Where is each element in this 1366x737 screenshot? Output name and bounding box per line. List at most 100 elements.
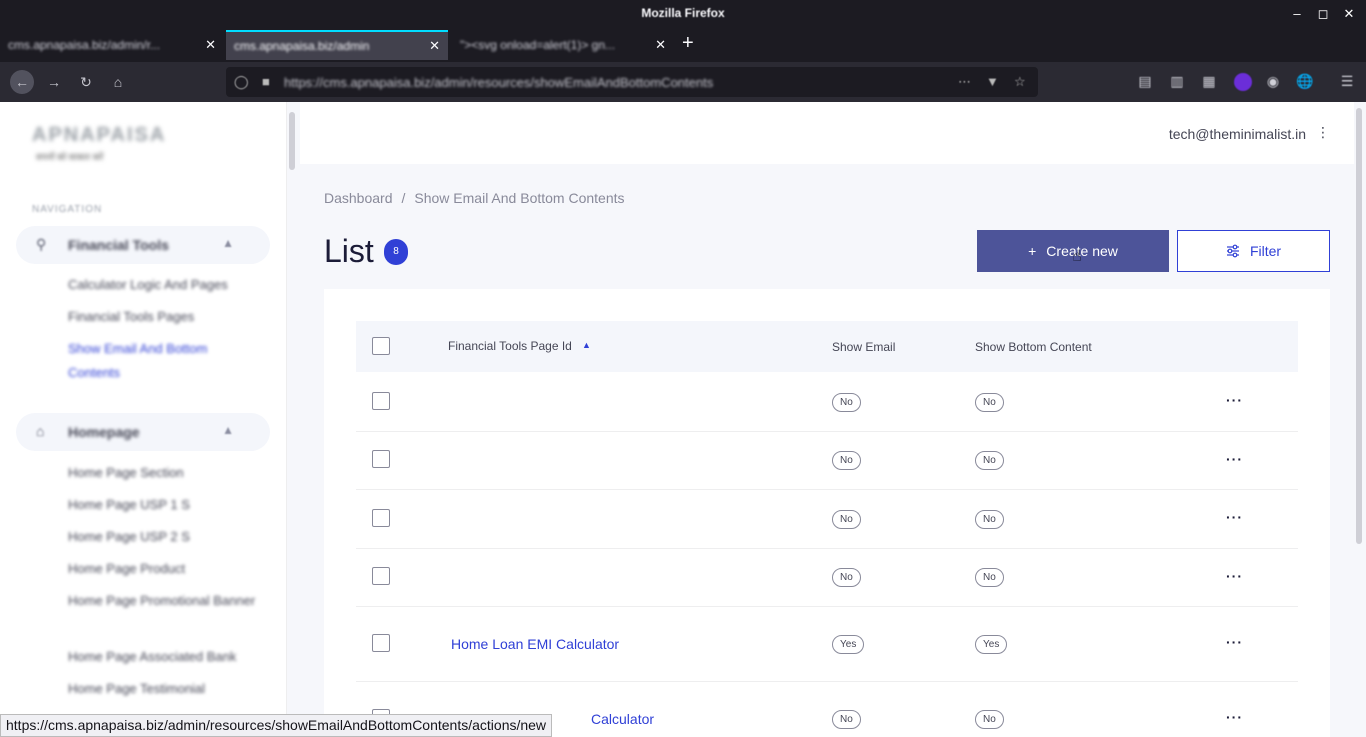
- show-email-badge: No: [832, 393, 861, 412]
- spy-extension-icon[interactable]: ◉: [1264, 73, 1282, 91]
- row-actions-icon[interactable]: ···: [1226, 509, 1243, 525]
- lock-icon[interactable]: ■: [262, 74, 270, 89]
- sidebar-item-home-page-testimonial[interactable]: Home Page Testimonial: [68, 677, 258, 701]
- show-bottom-badge: No: [975, 393, 1004, 412]
- hamburger-menu-icon[interactable]: ☰: [1338, 73, 1356, 91]
- sidebar-item-show-email-bottom-contents[interactable]: Show Email And Bottom Contents: [68, 337, 258, 385]
- top-bar: tech@theminimalist.in ⋮: [300, 102, 1354, 164]
- hand-cursor-icon: ☝: [1072, 248, 1082, 265]
- sidebar-group-homepage[interactable]: ⌂ Homepage ▲: [16, 413, 270, 451]
- user-menu-icon[interactable]: ⋮: [1316, 124, 1330, 141]
- show-bottom-badge: Yes: [975, 635, 1008, 654]
- sidebar-group-label: Financial Tools: [68, 237, 169, 253]
- tab-label: "><svg onload=alert(1)> gn...: [460, 38, 616, 52]
- sidebar: APNAPAISA सपनों को साकार करें NAVIGATION…: [0, 102, 287, 737]
- sidebar-item-home-page-product[interactable]: Home Page Product: [68, 557, 258, 581]
- select-all-checkbox[interactable]: [372, 337, 390, 355]
- pocket-icon[interactable]: ▼: [986, 74, 999, 89]
- main-scrollbar[interactable]: [1356, 108, 1362, 544]
- row-actions-icon[interactable]: ···: [1226, 568, 1243, 584]
- sidebar-item-financial-tools-pages[interactable]: Financial Tools Pages: [68, 305, 258, 329]
- new-tab-icon[interactable]: +: [682, 32, 694, 55]
- row-divider: [356, 548, 1298, 549]
- sidebar-group-label: Homepage: [68, 424, 140, 440]
- column-header-show-email[interactable]: Show Email: [832, 340, 895, 354]
- browser-tab-2[interactable]: cms.apnapaisa.biz/admin ✕: [226, 30, 448, 60]
- sliders-icon: [1226, 244, 1239, 258]
- show-email-badge: No: [832, 568, 861, 587]
- row-actions-icon[interactable]: ···: [1226, 709, 1243, 725]
- logo[interactable]: APNAPAISA सपनों को साकार करें: [32, 124, 164, 162]
- window-title: Mozilla Firefox: [641, 6, 725, 20]
- breadcrumb: Dashboard / Show Email And Bottom Conten…: [324, 190, 625, 206]
- create-new-label: Create new: [1046, 243, 1118, 259]
- sidebar-scrollbar[interactable]: [289, 112, 295, 170]
- extension-icon[interactable]: ▦: [1200, 73, 1218, 91]
- user-email[interactable]: tech@theminimalist.in: [1169, 126, 1306, 142]
- shield-icon[interactable]: ◯: [234, 74, 249, 90]
- row-checkbox[interactable]: [372, 509, 390, 527]
- row-checkbox[interactable]: [372, 634, 390, 652]
- minimize-icon[interactable]: –: [1290, 6, 1304, 22]
- sidebar-item-home-page-usp-1[interactable]: Home Page USP 1 S: [68, 493, 258, 517]
- page-id-link[interactable]: Calculator: [591, 711, 654, 727]
- page-actions-icon[interactable]: ⋯: [958, 74, 971, 90]
- show-email-badge: No: [832, 510, 861, 529]
- column-header-page-id[interactable]: Financial Tools Page Id: [448, 339, 572, 353]
- show-bottom-badge: No: [975, 510, 1004, 529]
- tab-close-icon[interactable]: ✕: [205, 37, 216, 53]
- sidebar-item-home-page-section[interactable]: Home Page Section: [68, 461, 258, 485]
- breadcrumb-separator: /: [401, 190, 406, 206]
- forward-icon[interactable]: →: [42, 70, 66, 94]
- sidebar-item-home-page-usp-2[interactable]: Home Page USP 2 S: [68, 525, 258, 549]
- sort-ascending-icon[interactable]: ▲: [582, 340, 591, 350]
- search-icon: ⚲: [36, 236, 47, 252]
- sidebar-item-calculator-logic[interactable]: Calculator Logic And Pages: [68, 273, 258, 297]
- column-header-show-bottom-content[interactable]: Show Bottom Content: [975, 340, 1092, 354]
- close-window-icon[interactable]: ✕: [1342, 6, 1356, 22]
- show-email-badge: No: [832, 451, 861, 470]
- chevron-up-icon: ▲: [222, 236, 234, 250]
- tab-close-icon[interactable]: ✕: [429, 38, 440, 54]
- row-actions-icon[interactable]: ···: [1226, 634, 1243, 650]
- show-bottom-badge: No: [975, 568, 1004, 587]
- row-divider: [356, 681, 1298, 682]
- library-icon[interactable]: ▤: [1136, 73, 1154, 91]
- row-checkbox[interactable]: [372, 392, 390, 410]
- row-checkbox[interactable]: [372, 567, 390, 585]
- url-text: https://cms.apnapaisa.biz/admin/resource…: [284, 75, 714, 90]
- breadcrumb-dashboard[interactable]: Dashboard: [324, 190, 393, 206]
- row-divider: [356, 431, 1298, 432]
- navigation-heading: NAVIGATION: [32, 204, 103, 215]
- maximize-icon[interactable]: ◻: [1316, 6, 1330, 22]
- row-actions-icon[interactable]: ···: [1226, 451, 1243, 467]
- url-bar[interactable]: ◯ ■ https://cms.apnapaisa.biz/admin/reso…: [226, 67, 1038, 97]
- browser-tab-3[interactable]: "><svg onload=alert(1)> gn... ✕: [452, 30, 674, 60]
- browser-navbar: ← → ↻ ⌂ ◯ ■ https://cms.apnapaisa.biz/ad…: [0, 62, 1366, 102]
- show-email-badge: Yes: [832, 635, 865, 654]
- sidebar-item-home-page-promotional-banner[interactable]: Home Page Promotional Banner: [68, 589, 258, 613]
- window-titlebar: Mozilla Firefox – ◻ ✕: [0, 0, 1366, 30]
- tab-label: cms.apnapaisa.biz/admin/r...: [8, 38, 161, 52]
- tab-label: cms.apnapaisa.biz/admin: [234, 39, 370, 53]
- chevron-up-icon: ▲: [222, 423, 234, 437]
- extension-badge-icon[interactable]: [1234, 73, 1252, 91]
- sidebar-group-financial-tools[interactable]: ⚲ Financial Tools ▲: [16, 226, 270, 264]
- record-count-badge: 8: [384, 239, 408, 265]
- browser-tab-1[interactable]: cms.apnapaisa.biz/admin/r... ✕: [0, 30, 224, 60]
- home-toolbar-icon[interactable]: ⌂: [106, 70, 130, 94]
- bookmark-star-icon[interactable]: ☆: [1014, 74, 1026, 90]
- globe-icon[interactable]: 🌐: [1296, 73, 1314, 91]
- tab-close-icon[interactable]: ✕: [655, 37, 666, 53]
- reload-icon[interactable]: ↻: [74, 70, 98, 94]
- sidebar-icon[interactable]: ▥: [1168, 73, 1186, 91]
- back-icon[interactable]: ←: [10, 70, 34, 94]
- row-checkbox[interactable]: [372, 450, 390, 468]
- window-controls: – ◻ ✕: [1290, 6, 1356, 22]
- sidebar-item-home-page-associated-bank[interactable]: Home Page Associated Bank: [68, 645, 258, 669]
- row-actions-icon[interactable]: ···: [1226, 392, 1243, 408]
- filter-button[interactable]: Filter: [1177, 230, 1330, 272]
- breadcrumb-current[interactable]: Show Email And Bottom Contents: [414, 190, 624, 206]
- page-id-link[interactable]: Home Loan EMI Calculator: [451, 636, 619, 652]
- show-bottom-badge: No: [975, 451, 1004, 470]
